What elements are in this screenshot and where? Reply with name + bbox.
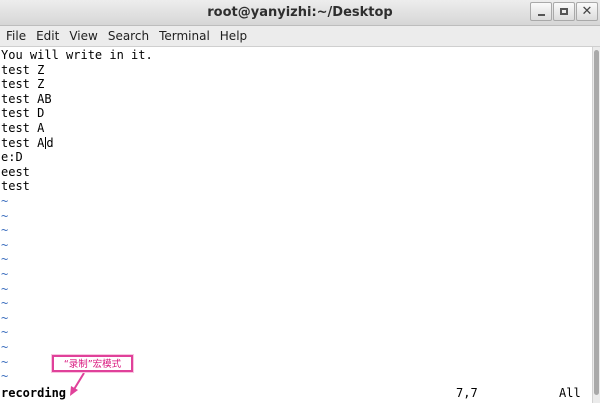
arrow-icon [70, 372, 85, 396]
annotation-callout: “录制”宏模式 [52, 355, 133, 372]
annotation-text: “录制”宏模式 [63, 359, 122, 370]
